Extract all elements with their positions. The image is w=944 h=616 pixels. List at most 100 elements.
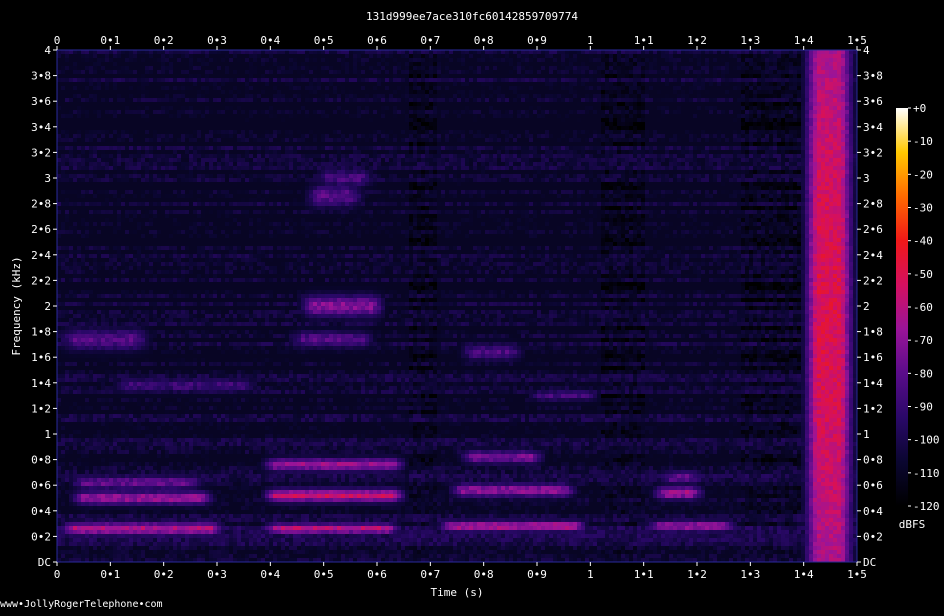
spectrogram-cell	[125, 330, 129, 334]
spectrogram-cell	[137, 322, 141, 326]
spectrogram-cell	[121, 450, 125, 454]
spectrogram-cell	[173, 394, 177, 398]
spectrogram-cell	[73, 138, 77, 142]
spectrogram-cell	[97, 502, 101, 506]
spectrogram-cell	[169, 142, 173, 146]
spectrogram-cell	[153, 150, 157, 154]
spectrogram-cell	[209, 126, 213, 130]
spectrogram-cell	[193, 366, 197, 370]
spectrogram-cell	[145, 314, 149, 318]
spectrogram-cell	[205, 462, 209, 466]
spectrogram-cell	[205, 66, 209, 70]
spectrogram-cell	[193, 518, 197, 522]
spectrogram-cell	[77, 170, 81, 174]
spectrogram-cell	[153, 130, 157, 134]
spectrogram-cell	[125, 398, 129, 402]
spectrogram-cell	[145, 110, 149, 114]
spectrogram-cell	[109, 162, 113, 166]
spectrogram-cell	[93, 498, 97, 502]
spectrogram-cell	[149, 166, 153, 170]
spectrogram-cell	[129, 198, 133, 202]
spectrogram-cell	[161, 314, 165, 318]
spectrogram-cell	[145, 210, 149, 214]
spectrogram-cell	[141, 478, 145, 482]
spectrogram-cell	[185, 242, 189, 246]
spectrogram-cell	[189, 162, 193, 166]
spectrogram-cell	[65, 150, 69, 154]
spectrogram-cell	[65, 526, 69, 530]
spectrogram-cell	[113, 454, 117, 458]
spectrogram-cell	[145, 226, 149, 230]
spectrogram-cell	[145, 318, 149, 322]
spectrogram-cell	[65, 122, 69, 126]
spectrogram-cell	[157, 162, 161, 166]
spectrogram-cell	[205, 158, 209, 162]
spectrogram-cell	[133, 462, 137, 466]
spectrogram-cell	[145, 294, 149, 298]
spectrogram-cell	[97, 74, 101, 78]
spectrogram-cell	[93, 486, 97, 490]
spectrogram-cell	[89, 50, 93, 54]
spectrogram-cell	[145, 166, 149, 170]
spectrogram-cell	[145, 274, 149, 278]
spectrogram-cell	[89, 78, 93, 82]
spectrogram-cell	[193, 50, 197, 54]
spectrogram-cell	[209, 270, 213, 274]
spectrogram-cell	[201, 166, 205, 170]
spectrogram-cell	[85, 50, 89, 54]
spectrogram-cell	[153, 350, 157, 354]
spectrogram-cell	[61, 274, 65, 278]
spectrogram-cell	[201, 134, 205, 138]
spectrogram-cell	[153, 314, 157, 318]
spectrogram-cell	[177, 86, 181, 90]
spectrogram-cell	[77, 226, 81, 230]
spectrogram-cell	[137, 206, 141, 210]
spectrogram-cell	[161, 182, 165, 186]
spectrogram-cell	[177, 322, 181, 326]
spectrogram-cell	[125, 106, 129, 110]
spectrogram-cell	[125, 318, 129, 322]
spectrogram-cell	[89, 234, 93, 238]
spectrogram-cell	[121, 462, 125, 466]
spectrogram-cell	[173, 314, 177, 318]
spectrogram-cell	[61, 202, 65, 206]
spectrogram-cell	[77, 490, 81, 494]
spectrogram-cell	[121, 266, 125, 270]
spectrogram-cell	[57, 234, 61, 238]
spectrogram-cell	[181, 282, 185, 286]
spectrogram-cell	[161, 546, 165, 550]
spectrogram-cell	[117, 542, 121, 546]
spectrogram-cell	[185, 158, 189, 162]
spectrogram-cell	[73, 118, 77, 122]
spectrogram-cell	[137, 422, 141, 426]
spectrogram-cell	[93, 430, 97, 434]
spectrogram-cell	[165, 362, 169, 366]
spectrogram-cell	[161, 514, 165, 518]
spectrogram-cell	[77, 466, 81, 470]
spectrogram-cell	[153, 438, 157, 442]
spectrogram-cell	[113, 274, 117, 278]
spectrogram-cell	[189, 262, 193, 266]
spectrogram-cell	[61, 138, 65, 142]
spectrogram-cell	[73, 486, 77, 490]
spectrogram-cell	[137, 414, 141, 418]
spectrogram-cell	[177, 190, 181, 194]
spectrogram-cell	[145, 242, 149, 246]
spectrogram-cell	[69, 242, 73, 246]
spectrogram-cell	[137, 178, 141, 182]
spectrogram-cell	[113, 486, 117, 490]
spectrogram-cell	[173, 526, 177, 530]
spectrogram-cell	[161, 50, 165, 54]
spectrogram-cell	[105, 70, 109, 74]
spectrogram-cell	[201, 510, 205, 514]
spectrogram-cell	[101, 358, 105, 362]
spectrogram-cell	[113, 98, 117, 102]
spectrogram-cell	[165, 462, 169, 466]
spectrogram-cell	[73, 110, 77, 114]
spectrogram-cell	[89, 254, 93, 258]
spectrogram-cell	[101, 398, 105, 402]
spectrogram-cell	[89, 350, 93, 354]
spectrogram-cell	[89, 466, 93, 470]
spectrogram-cell	[85, 246, 89, 250]
spectrogram-cell	[145, 234, 149, 238]
